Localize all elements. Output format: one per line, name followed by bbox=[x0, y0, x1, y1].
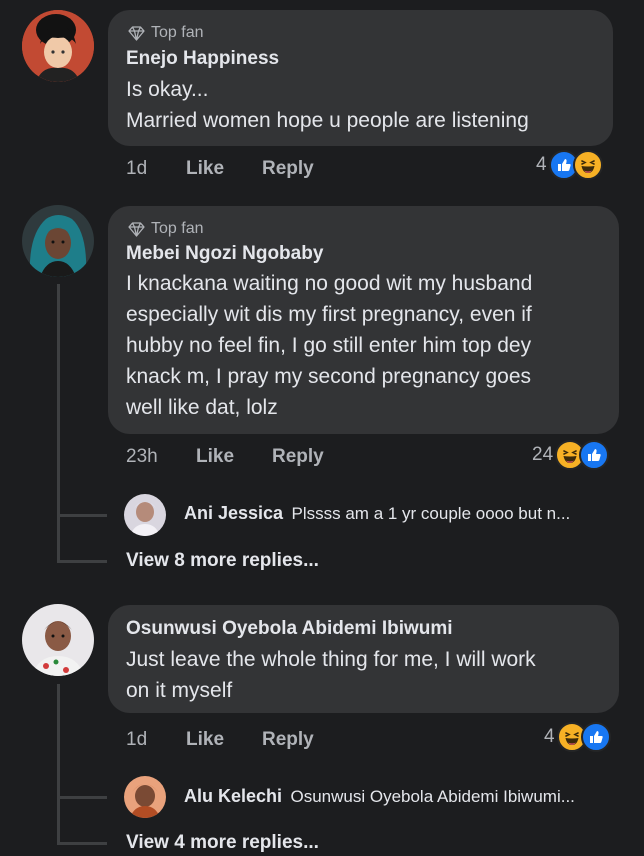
like-icon bbox=[580, 722, 611, 752]
comment-line: I knackana waiting no good wit my husban… bbox=[126, 272, 533, 295]
thread-branch bbox=[57, 796, 107, 799]
comment-text: Just leave the whole thing for me, I wil… bbox=[126, 644, 536, 706]
top-fan-badge: Top fan bbox=[128, 24, 203, 42]
thread-line bbox=[57, 284, 60, 562]
comment-line: knack m, I pray my second pregnancy goes bbox=[126, 365, 532, 388]
reaction-summary[interactable]: 4 bbox=[544, 722, 611, 752]
diamond-icon bbox=[128, 25, 145, 41]
reaction-count: 24 bbox=[532, 444, 554, 465]
top-fan-badge: Top fan bbox=[128, 220, 203, 238]
thread-branch bbox=[57, 560, 107, 563]
thread-branch bbox=[57, 842, 107, 845]
reaction-count: 4 bbox=[544, 726, 555, 747]
avatar-mebei-ngozi[interactable] bbox=[22, 205, 94, 277]
comment-line: Just leave the whole thing for me, I wil… bbox=[126, 648, 536, 671]
avatar-enejo-happiness[interactable] bbox=[22, 10, 94, 82]
haha-icon bbox=[572, 150, 603, 180]
like-button[interactable]: Like bbox=[186, 729, 224, 751]
like-icon bbox=[579, 440, 610, 470]
comment-line: Is okay... bbox=[126, 78, 209, 101]
view-more-replies[interactable]: View 8 more replies... bbox=[126, 550, 319, 572]
reply-button[interactable]: Reply bbox=[272, 446, 324, 468]
avatar-osunwusi[interactable] bbox=[22, 604, 94, 676]
thread-line bbox=[57, 684, 60, 844]
like-button[interactable]: Like bbox=[186, 158, 224, 180]
comment-timestamp[interactable]: 23h bbox=[126, 446, 158, 468]
reply-button[interactable]: Reply bbox=[262, 158, 314, 180]
comment-text: Is okay... Married women hope u people a… bbox=[126, 74, 529, 136]
comment-text: I knackana waiting no good wit my husban… bbox=[126, 268, 532, 423]
reaction-summary[interactable]: 4 bbox=[536, 150, 603, 180]
badge-label: Top fan bbox=[151, 220, 204, 237]
view-more-replies[interactable]: View 4 more replies... bbox=[126, 832, 319, 854]
reply-author: Ani Jessica bbox=[184, 503, 284, 523]
reply-preview[interactable]: Ani Jessica Plssss am a 1 yr couple oooo… bbox=[184, 503, 570, 524]
diamond-icon bbox=[128, 221, 145, 237]
reaction-summary[interactable]: 24 bbox=[532, 440, 610, 470]
reply-button[interactable]: Reply bbox=[262, 729, 314, 751]
reply-preview[interactable]: Alu Kelechi Osunwusi Oyebola Abidemi Ibi… bbox=[184, 786, 575, 807]
reaction-count: 4 bbox=[536, 154, 547, 175]
reply-text: Plssss am a 1 yr couple oooo but n... bbox=[291, 504, 571, 523]
thread-branch bbox=[57, 514, 107, 517]
comment-line: well like dat, lolz bbox=[126, 396, 278, 419]
comment-line: hubby no feel fin, I go still enter him … bbox=[126, 334, 532, 357]
reply-text: Osunwusi Oyebola Abidemi Ibiwumi... bbox=[290, 787, 575, 806]
comment-author[interactable]: Mebei Ngozi Ngobaby bbox=[126, 243, 323, 265]
comment-line: Married women hope u people are listenin… bbox=[126, 109, 529, 132]
comment-timestamp[interactable]: 1d bbox=[126, 729, 147, 751]
comment-line: on it myself bbox=[126, 679, 233, 702]
comment-timestamp[interactable]: 1d bbox=[126, 158, 147, 180]
comment-author[interactable]: Osunwusi Oyebola Abidemi Ibiwumi bbox=[126, 618, 453, 640]
avatar-alu-kelechi[interactable] bbox=[124, 776, 166, 818]
avatar-ani-jessica[interactable] bbox=[124, 494, 166, 536]
like-button[interactable]: Like bbox=[196, 446, 234, 468]
badge-label: Top fan bbox=[151, 24, 204, 41]
comment-line: especially wit dis my first pregnancy, e… bbox=[126, 303, 532, 326]
reply-author: Alu Kelechi bbox=[184, 786, 283, 806]
comment-author[interactable]: Enejo Happiness bbox=[126, 48, 279, 70]
